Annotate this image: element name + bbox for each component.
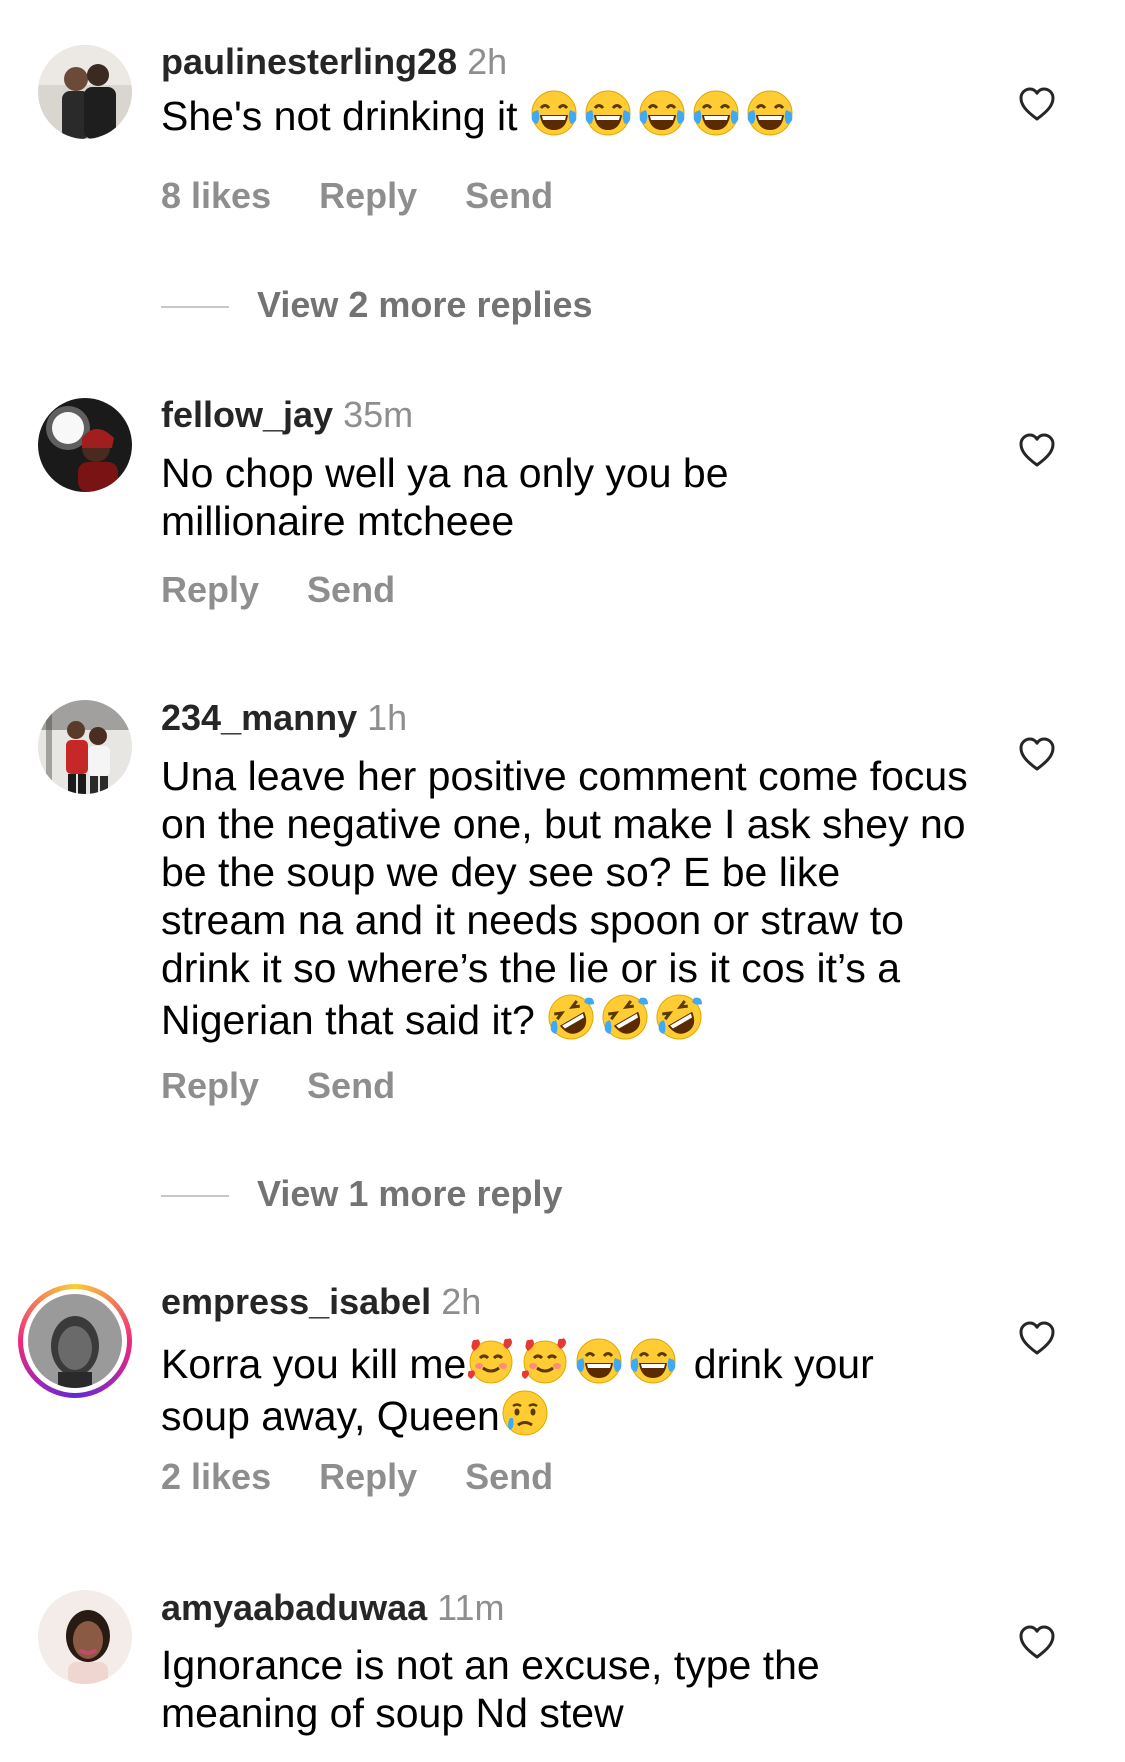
likes-count[interactable]: 2 likes bbox=[161, 1456, 271, 1497]
comment-header: fellow_jay 35m bbox=[161, 393, 413, 437]
face-with-tears-of-joy-emoji bbox=[529, 88, 579, 138]
timestamp: 2h bbox=[467, 41, 508, 82]
username[interactable]: empress_isabel bbox=[161, 1281, 431, 1322]
username[interactable]: amyaabaduwaa bbox=[161, 1587, 427, 1628]
timestamp: 1h bbox=[367, 697, 408, 738]
heart-icon[interactable] bbox=[1018, 432, 1056, 468]
username[interactable]: fellow_jay bbox=[161, 394, 333, 435]
divider-line bbox=[161, 306, 229, 309]
view-more-replies-label: View 1 more reply bbox=[257, 1173, 563, 1214]
comment-actions: 2 likes Reply Send bbox=[161, 1455, 601, 1499]
heart-icon[interactable] bbox=[1018, 736, 1056, 772]
comment-header: empress_isabel 2h bbox=[161, 1280, 481, 1324]
timestamp: 2h bbox=[441, 1281, 482, 1322]
comment-text: No chop well ya na only you be millionai… bbox=[161, 450, 729, 544]
rolling-on-floor-laughing-emoji bbox=[546, 992, 596, 1042]
comment-header: 234_manny 1h bbox=[161, 696, 407, 740]
timestamp: 11m bbox=[437, 1587, 505, 1628]
timestamp: 35m bbox=[343, 394, 414, 435]
avatar[interactable] bbox=[38, 398, 132, 492]
reply-button[interactable]: Reply bbox=[319, 1456, 417, 1497]
heart-icon[interactable] bbox=[1018, 86, 1056, 122]
comment-text: Ignorance is not an excuse, type the mea… bbox=[161, 1642, 820, 1736]
avatar[interactable] bbox=[38, 45, 132, 139]
rolling-on-floor-laughing-emoji bbox=[600, 992, 650, 1042]
face-with-tears-of-joy-emoji bbox=[628, 1336, 678, 1386]
username[interactable]: paulinesterling28 bbox=[161, 41, 457, 82]
send-button[interactable]: Send bbox=[307, 1065, 395, 1106]
reply-button[interactable]: Reply bbox=[319, 175, 417, 216]
face-with-tears-of-joy-emoji bbox=[745, 88, 795, 138]
avatar bbox=[28, 1294, 122, 1388]
smiling-face-with-hearts-emoji bbox=[520, 1336, 570, 1386]
send-button[interactable]: Send bbox=[465, 1456, 553, 1497]
send-button[interactable]: Send bbox=[465, 175, 553, 216]
view-more-replies-label: View 2 more replies bbox=[257, 284, 593, 325]
crying-face-emoji bbox=[500, 1388, 550, 1438]
rolling-on-floor-laughing-emoji bbox=[654, 992, 704, 1042]
comment-text: Korra you kill me drink your soup away, … bbox=[161, 1336, 961, 1440]
avatar[interactable] bbox=[38, 700, 132, 794]
view-more-replies-button[interactable]: View 1 more reply bbox=[161, 1172, 563, 1216]
avatar-with-story-ring[interactable] bbox=[18, 1284, 132, 1398]
view-more-replies-button[interactable]: View 2 more replies bbox=[161, 283, 593, 327]
face-with-tears-of-joy-emoji bbox=[691, 88, 741, 138]
heart-icon[interactable] bbox=[1018, 1624, 1056, 1660]
comment-text: Una leave her positive comment come focu… bbox=[161, 752, 971, 1044]
comment-actions: Reply Send bbox=[161, 568, 443, 612]
comment-text: She's not drinking it bbox=[161, 88, 971, 140]
face-with-tears-of-joy-emoji bbox=[574, 1336, 624, 1386]
comment-header: amyaabaduwaa 11m bbox=[161, 1586, 505, 1630]
divider-line bbox=[161, 1195, 229, 1198]
smiling-face-with-hearts-emoji bbox=[466, 1336, 516, 1386]
heart-icon[interactable] bbox=[1018, 1320, 1056, 1356]
username[interactable]: 234_manny bbox=[161, 697, 357, 738]
comment-header: paulinesterling28 2h bbox=[161, 40, 507, 84]
comment-actions: 8 likes Reply Send bbox=[161, 174, 601, 218]
comment-actions: Reply Send bbox=[161, 1064, 443, 1108]
avatar[interactable] bbox=[38, 1590, 132, 1684]
send-button[interactable]: Send bbox=[307, 569, 395, 610]
reply-button[interactable]: Reply bbox=[161, 569, 259, 610]
comment-text-part: Korra you kill me bbox=[161, 1341, 467, 1387]
face-with-tears-of-joy-emoji bbox=[637, 88, 687, 138]
likes-count[interactable]: 8 likes bbox=[161, 175, 271, 216]
reply-button[interactable]: Reply bbox=[161, 1065, 259, 1106]
face-with-tears-of-joy-emoji bbox=[583, 88, 633, 138]
comment-text-content: She's not drinking it bbox=[161, 93, 518, 139]
